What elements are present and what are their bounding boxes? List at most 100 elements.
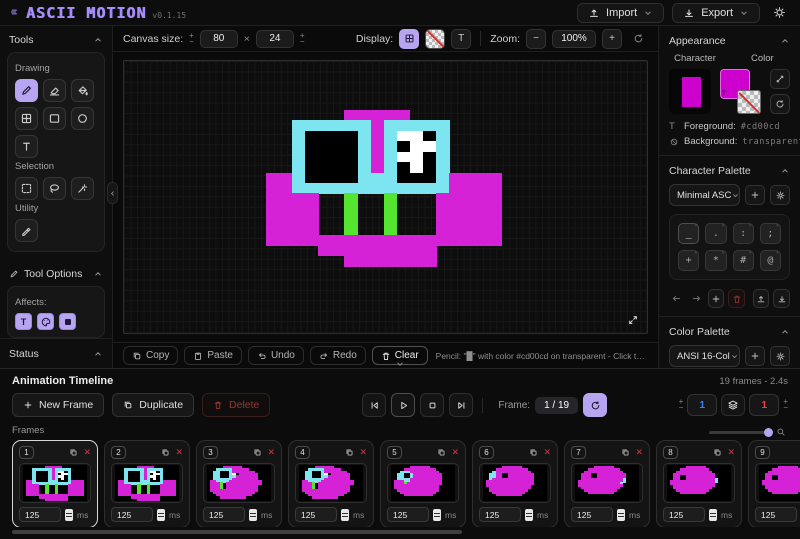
add-character-set-button[interactable] xyxy=(745,185,765,205)
remove-character-icon[interactable]: × xyxy=(776,250,779,256)
frame-duration-icon[interactable] xyxy=(433,509,441,521)
affects-character-chip[interactable]: T xyxy=(15,313,32,330)
frame-thumbnail[interactable] xyxy=(203,463,275,503)
remove-character-icon[interactable]: × xyxy=(721,250,724,256)
character-palette-header[interactable]: Character Palette xyxy=(669,158,790,182)
frame-thumbnail[interactable] xyxy=(479,463,551,503)
color-settings-button[interactable] xyxy=(770,346,790,366)
character-preview[interactable] xyxy=(669,69,711,114)
scrollbar-thumb[interactable] xyxy=(12,530,462,534)
palette-character-button[interactable]: .× xyxy=(705,223,726,244)
onion-skin-toggle-button[interactable] xyxy=(721,394,745,416)
color-set-select[interactable]: ANSI 16-Col xyxy=(669,345,740,367)
remove-character-icon[interactable]: × xyxy=(694,223,697,229)
delete-frame-icon[interactable]: ✕ xyxy=(451,448,459,457)
eyedropper-tool-button[interactable] xyxy=(15,219,38,242)
collapse-timeline-handle[interactable] xyxy=(385,359,415,369)
palette-character-button[interactable]: @× xyxy=(760,250,781,271)
canvas-height-input[interactable]: 24 xyxy=(256,30,294,48)
tool-options-header[interactable]: Tool Options xyxy=(0,260,112,286)
remove-character-icon[interactable]: × xyxy=(694,250,697,256)
frame-duration-icon[interactable] xyxy=(525,509,533,521)
paste-button[interactable]: Paste xyxy=(184,346,242,365)
frame-duration-input[interactable]: 125 xyxy=(111,507,153,522)
remove-character-icon[interactable]: × xyxy=(749,223,752,229)
add-character-button[interactable] xyxy=(708,289,725,308)
stop-button[interactable] xyxy=(420,393,444,417)
frame-card[interactable]: 7✕125ms xyxy=(564,440,650,527)
frame-duration-icon[interactable] xyxy=(709,509,717,521)
import-button[interactable]: Import xyxy=(577,3,664,23)
transparency-toggle-button[interactable] xyxy=(425,29,445,49)
frame-card[interactable]: 8✕125ms xyxy=(656,440,742,527)
status-panel-header[interactable]: Status xyxy=(0,338,112,370)
delete-frame-icon[interactable]: ✕ xyxy=(359,448,367,457)
background-color-swatch[interactable] xyxy=(737,90,761,114)
next-character-button[interactable] xyxy=(688,290,703,308)
frame-card[interactable]: 4✕125ms xyxy=(288,440,374,527)
theme-toggle-button[interactable] xyxy=(768,2,790,24)
text-visibility-button[interactable]: T xyxy=(451,29,471,49)
lasso-tool-button[interactable] xyxy=(43,177,66,200)
palette-character-button[interactable]: #× xyxy=(733,250,754,271)
frame-card[interactable]: 6✕125ms xyxy=(472,440,558,527)
select-tool-button[interactable] xyxy=(15,177,38,200)
expand-canvas-icon[interactable] xyxy=(627,314,639,326)
character-settings-button[interactable] xyxy=(770,185,790,205)
frame-duration-icon[interactable] xyxy=(157,509,165,521)
duplicate-frame-icon[interactable] xyxy=(529,448,538,457)
palette-character-button[interactable]: +× xyxy=(678,250,699,271)
remove-character-icon[interactable]: × xyxy=(749,250,752,256)
frame-thumbnail[interactable] xyxy=(755,463,800,503)
loop-toggle-button[interactable] xyxy=(583,393,607,417)
zoom-out-button[interactable]: − xyxy=(526,29,546,49)
paint-bucket-tool-button[interactable] xyxy=(71,79,94,102)
rect-fill-tool-button[interactable] xyxy=(15,107,38,130)
background-row[interactable]: Background: transparent xyxy=(669,136,790,147)
new-frame-button[interactable]: New Frame xyxy=(12,393,104,417)
delete-frame-icon[interactable]: ✕ xyxy=(267,448,275,457)
duplicate-frame-icon[interactable] xyxy=(437,448,446,457)
skip-to-end-button[interactable] xyxy=(449,393,473,417)
frame-thumbnail[interactable] xyxy=(295,463,367,503)
width-stepper[interactable]: +− xyxy=(189,33,194,45)
appearance-header[interactable]: Appearance xyxy=(669,28,790,52)
remove-character-icon[interactable]: × xyxy=(776,223,779,229)
ellipse-tool-button[interactable] xyxy=(71,107,94,130)
frame-thumbnail[interactable] xyxy=(19,463,91,503)
delete-frame-icon[interactable]: ✕ xyxy=(635,448,643,457)
duplicate-frame-button[interactable]: Duplicate xyxy=(112,393,194,417)
duplicate-frame-icon[interactable] xyxy=(69,448,78,457)
previous-character-button[interactable] xyxy=(669,290,684,308)
frame-card[interactable]: 3✕125ms xyxy=(196,440,282,527)
frame-card[interactable]: 9✕125ms xyxy=(748,440,800,527)
frame-duration-icon[interactable] xyxy=(65,509,73,521)
import-palette-button[interactable] xyxy=(773,289,790,308)
duplicate-frame-icon[interactable] xyxy=(161,448,170,457)
add-color-set-button[interactable] xyxy=(745,346,765,366)
undo-button[interactable]: Undo xyxy=(248,346,304,365)
duplicate-frame-icon[interactable] xyxy=(713,448,722,457)
color-palette-header[interactable]: Color Palette xyxy=(669,319,790,343)
collapse-left-panel-handle[interactable] xyxy=(107,182,118,204)
palette-character-button[interactable]: _× xyxy=(678,223,699,244)
frame-duration-input[interactable]: 125 xyxy=(571,507,613,522)
eraser-tool-button[interactable] xyxy=(43,79,66,102)
frame-duration-input[interactable]: 125 xyxy=(203,507,245,522)
frame-card[interactable]: 2✕125ms xyxy=(104,440,190,527)
delete-frame-icon[interactable]: ✕ xyxy=(727,448,735,457)
duplicate-frame-icon[interactable] xyxy=(621,448,630,457)
zoom-value[interactable]: 100% xyxy=(552,30,596,48)
grid-toggle-button[interactable] xyxy=(399,29,419,49)
frame-duration-input[interactable]: 125 xyxy=(479,507,521,522)
delete-frame-icon[interactable]: ✕ xyxy=(175,448,183,457)
frame-thumbnail[interactable] xyxy=(571,463,643,503)
remove-character-icon[interactable]: × xyxy=(721,223,724,229)
frame-size-slider[interactable] xyxy=(709,431,771,434)
delete-frame-icon[interactable]: ✕ xyxy=(543,448,551,457)
swap-colors-button[interactable] xyxy=(770,69,790,89)
frame-thumbnail[interactable] xyxy=(663,463,735,503)
play-button[interactable] xyxy=(391,393,415,417)
onion-prev-stepper[interactable]: +− xyxy=(679,399,684,411)
palette-character-button[interactable]: :× xyxy=(733,223,754,244)
